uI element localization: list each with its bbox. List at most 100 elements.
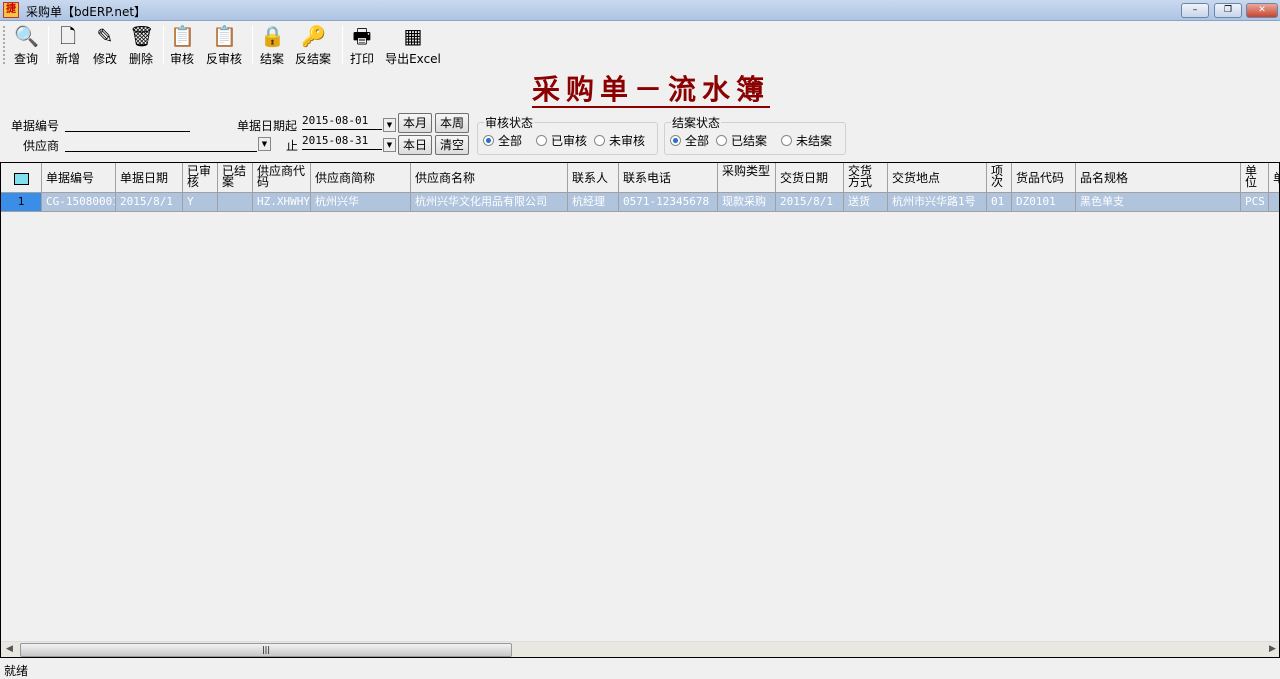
page-title: 采购单－流水簿: [532, 73, 771, 108]
toolbar-label: 删除: [128, 52, 153, 66]
toolbar-separator: [342, 26, 343, 64]
column-header[interactable]: 供应商简称: [311, 163, 411, 193]
radio-icon: [781, 135, 792, 146]
closed-radio-all[interactable]: 全部: [670, 132, 709, 149]
date-from-label: 单据日期起: [237, 119, 298, 133]
column-header[interactable]: 货品代码: [1012, 163, 1076, 193]
supplier-dropdown-icon[interactable]: ▼: [258, 137, 271, 151]
table-cell[interactable]: 杭州市兴华路1号: [888, 193, 987, 212]
column-header[interactable]: 交货地点: [888, 163, 987, 193]
table-cell[interactable]: 现款采购: [718, 193, 776, 212]
scroll-right-icon[interactable]: ▶: [1269, 644, 1276, 654]
supplier-label: 供应商: [23, 139, 60, 153]
restore-button[interactable]: ❐: [1214, 3, 1242, 18]
this-month-button[interactable]: 本月: [398, 113, 432, 133]
edit-button[interactable]: ✎ 修改: [89, 24, 121, 66]
this-week-button[interactable]: 本周: [435, 113, 469, 133]
column-header[interactable]: 已审核: [183, 163, 218, 193]
trash-icon: 🗑: [129, 24, 155, 48]
export-button[interactable]: ▦ 导出Excel: [384, 24, 442, 66]
title-bar: 捷 采购单【bdERP.net】 – ❐ ✕: [0, 0, 1280, 21]
column-header[interactable]: 供应商代码: [253, 163, 311, 193]
approve-button[interactable]: 📋 审核: [166, 24, 198, 66]
supplier-select[interactable]: [65, 136, 257, 152]
column-header[interactable]: 项次: [987, 163, 1012, 193]
table-cell[interactable]: 2015/8/1: [776, 193, 844, 212]
audit-radio-approved[interactable]: 已审核: [536, 132, 587, 149]
scrollbar-thumb[interactable]: |||: [20, 643, 512, 657]
toolbar-label: 新增: [55, 52, 80, 66]
table-cell[interactable]: CG-15080001: [42, 193, 116, 212]
column-header[interactable]: 单: [1269, 163, 1279, 193]
clipboard-check-icon: 📋: [170, 24, 195, 48]
date-from-dropdown-icon[interactable]: ▼: [383, 118, 396, 132]
table-cell[interactable]: 黑色单支: [1076, 193, 1241, 212]
row-number[interactable]: 1: [1, 193, 42, 212]
table-cell[interactable]: Y: [183, 193, 218, 212]
date-from-input[interactable]: 2015-08-01: [302, 114, 382, 130]
new-button[interactable]: 🗋 新增: [52, 24, 84, 66]
window-title: 采购单【bdERP.net】: [26, 5, 147, 19]
toolbar-label: 打印: [349, 52, 374, 66]
radio-selected-icon: [483, 135, 494, 146]
key-icon: 🔑: [301, 24, 326, 48]
column-header[interactable]: 已结案: [218, 163, 253, 193]
column-header[interactable]: 采购类型: [718, 163, 776, 193]
date-to-input[interactable]: 2015-08-31: [302, 134, 382, 150]
table-cell[interactable]: 杭州兴华: [311, 193, 411, 212]
column-header[interactable]: 单位: [1241, 163, 1269, 193]
column-header[interactable]: 单据日期: [116, 163, 183, 193]
table-cell[interactable]: 杭经理: [568, 193, 619, 212]
close-button[interactable]: ✕: [1246, 3, 1278, 18]
toolbar-label: 审核: [169, 52, 194, 66]
column-header[interactable]: 单据编号: [42, 163, 116, 193]
audit-radio-all[interactable]: 全部: [483, 132, 522, 149]
print-button[interactable]: 🖶 打印: [346, 24, 378, 66]
column-header[interactable]: 品名规格: [1076, 163, 1241, 193]
scroll-left-icon[interactable]: ◀: [6, 644, 13, 654]
table-cell[interactable]: 送货: [844, 193, 888, 212]
horizontal-scrollbar[interactable]: ◀ ||| ▶: [1, 641, 1279, 657]
toolbar-label: 查询: [13, 52, 38, 66]
toolbar-grip[interactable]: [3, 26, 5, 64]
column-header[interactable]: 联系人: [568, 163, 619, 193]
select-all-corner[interactable]: [1, 163, 42, 193]
column-header[interactable]: 联系电话: [619, 163, 718, 193]
closed-status-group: 结案状态 全部 已结案 未结案: [664, 114, 846, 155]
radio-icon: [716, 135, 727, 146]
toolbar-separator: [252, 26, 253, 64]
audit-radio-unapproved[interactable]: 未审核: [594, 132, 645, 149]
radio-selected-icon: [670, 135, 681, 146]
date-to-dropdown-icon[interactable]: ▼: [383, 138, 396, 152]
close-button[interactable]: 🔒 结案: [256, 24, 288, 66]
closed-radio-open[interactable]: 未结案: [781, 132, 832, 149]
table-cell[interactable]: HZ.XHWHY: [253, 193, 311, 212]
column-header[interactable]: 交货日期: [776, 163, 844, 193]
table-cell[interactable]: [218, 193, 253, 212]
unclose-button[interactable]: 🔑 反结案: [292, 24, 334, 66]
magnifier-icon: 🔍: [14, 24, 39, 48]
column-header[interactable]: 供应商名称: [411, 163, 568, 193]
table-cell[interactable]: 0571-12345678: [619, 193, 718, 212]
query-button[interactable]: 🔍 查询: [10, 24, 42, 66]
column-header[interactable]: 交货方式: [844, 163, 888, 193]
grid-icon: [13, 172, 29, 185]
toolbar-label: 反审核: [205, 52, 242, 66]
today-button[interactable]: 本日: [398, 135, 432, 155]
table-cell[interactable]: 01: [987, 193, 1012, 212]
table-cell[interactable]: 杭州兴华文化用品有限公司: [411, 193, 568, 212]
table-cell[interactable]: [1269, 193, 1279, 212]
app-logo-icon: 捷: [3, 2, 19, 18]
delete-button[interactable]: 🗑 删除: [125, 24, 157, 66]
doc-no-input[interactable]: [65, 116, 190, 132]
unapprove-button[interactable]: 📋 反审核: [203, 24, 245, 66]
minimize-button[interactable]: –: [1181, 3, 1209, 18]
toolbar-separator: [48, 26, 49, 64]
table-cell[interactable]: 2015/8/1: [116, 193, 183, 212]
table-cell[interactable]: PCS: [1241, 193, 1269, 212]
toolbar: 🔍 查询 🗋 新增 ✎ 修改 🗑 删除 📋 审核 📋 反审核 🔒 结案 🔑 反结案 🖶 打印 ▦ 导出Excel: [0, 22, 1280, 66]
closed-radio-closed[interactable]: 已结案: [716, 132, 767, 149]
table-cell[interactable]: DZ0101: [1012, 193, 1076, 212]
table-row[interactable]: 1 CG-15080001 2015/8/1 Y HZ.XHWHY 杭州兴华 杭州兴华文化用…: [1, 193, 1279, 212]
clear-button[interactable]: 清空: [435, 135, 469, 155]
